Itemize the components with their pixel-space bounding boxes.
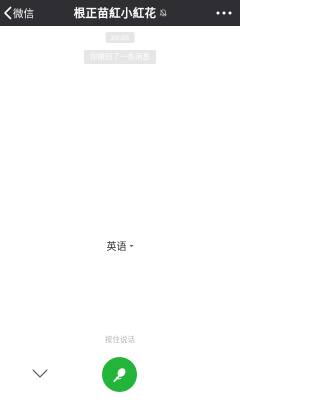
voice-hint: 按住说话 bbox=[105, 335, 135, 344]
chevron-down-icon bbox=[32, 368, 48, 378]
chevron-left-icon bbox=[4, 6, 12, 20]
chat-screen: 微信 根正苗紅小紅花 20:05 你撤回了一条消息 英语 按住说话 bbox=[0, 0, 240, 404]
back-label: 微信 bbox=[13, 7, 34, 20]
language-selector[interactable]: 英语 bbox=[107, 238, 134, 253]
collapse-button[interactable] bbox=[30, 366, 50, 380]
language-label: 英语 bbox=[106, 242, 127, 253]
microphone-icon bbox=[112, 367, 125, 382]
mute-bell-icon bbox=[159, 9, 167, 17]
message-timestamp: 20:05 bbox=[105, 32, 135, 43]
chat-title: 根正苗紅小紅花 bbox=[73, 6, 157, 20]
voice-record-button[interactable] bbox=[102, 357, 137, 392]
back-button[interactable]: 微信 bbox=[3, 4, 34, 22]
recall-notice: 你撤回了一条消息 bbox=[84, 50, 156, 64]
more-dots-icon bbox=[216, 11, 232, 15]
caret-down-icon bbox=[129, 244, 134, 247]
top-navbar: 微信 根正苗紅小紅花 bbox=[0, 0, 240, 26]
more-button[interactable] bbox=[213, 4, 235, 22]
chat-title-group: 根正苗紅小紅花 bbox=[74, 4, 167, 22]
